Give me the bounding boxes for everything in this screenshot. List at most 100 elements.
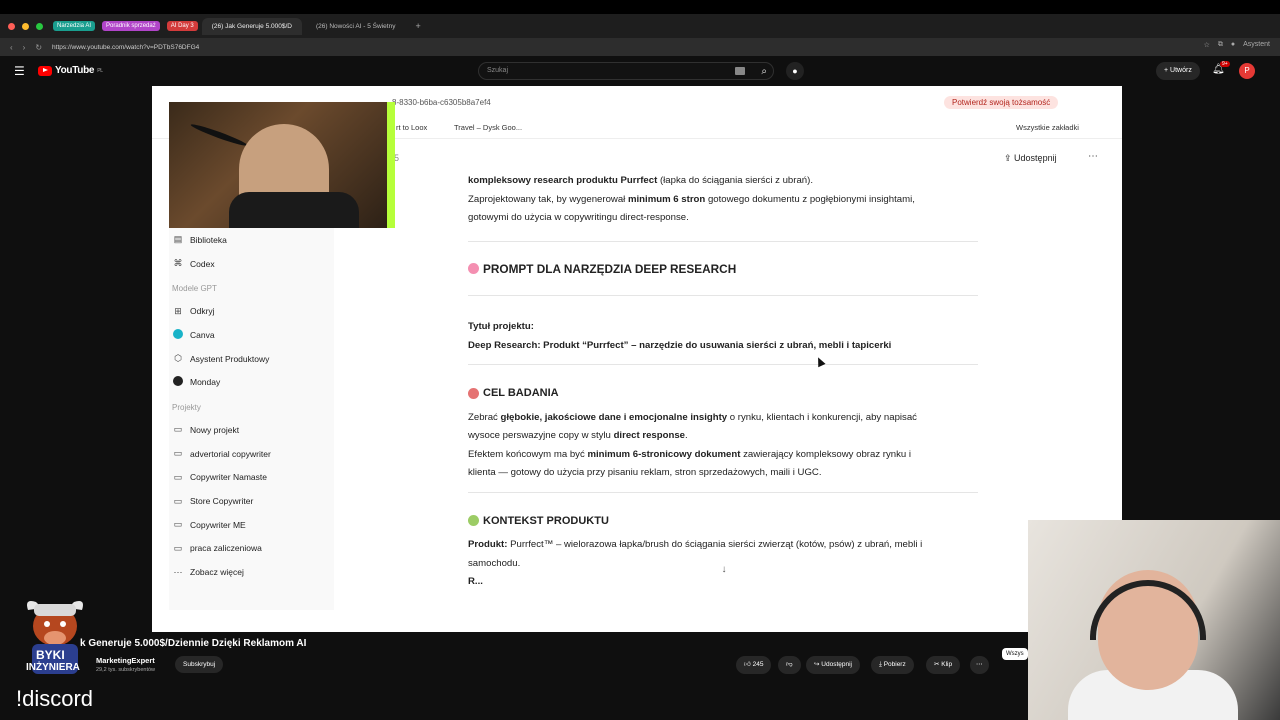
menu-icon[interactable]: ☰: [14, 64, 25, 78]
sidebar-label: praca zaliczeniowa: [190, 543, 262, 554]
heading-text: PROMPT DLA NARZĘDZIA DEEP RESEARCH: [483, 261, 737, 276]
maximize-window-button[interactable]: [36, 22, 43, 30]
heading-text: KONTEKST PRODUKTU: [483, 514, 609, 527]
sidebar-label: Codex: [190, 258, 215, 269]
tab-group-ai-day[interactable]: AI Day 3: [166, 21, 198, 31]
more-options-icon[interactable]: ⋯: [1088, 151, 1098, 162]
all-filter-chip[interactable]: Wszys: [1002, 648, 1028, 660]
sidebar-item-product-assistant[interactable]: ⬡ Asystent Produktowy: [169, 347, 334, 371]
product-line-1: Produkt: Purrfect™ – wielorazowa łapka/b…: [468, 536, 978, 555]
tab-active-video[interactable]: (26) Jak Generuje 5.000$/D: [201, 17, 302, 35]
sidebar-item-library[interactable]: ▤ Biblioteka: [169, 228, 334, 252]
sidebar-item-store[interactable]: ▭ Store Copywriter: [169, 489, 334, 513]
share-chat-button[interactable]: ⇪ Udostępnij: [1004, 153, 1057, 164]
more-icon: ⋯: [173, 566, 183, 577]
sidebar-item-canva[interactable]: Canva: [169, 323, 334, 347]
microphone-arm: [189, 121, 249, 149]
bookmark-star-icon[interactable]: ☆: [1204, 41, 1210, 49]
share-label: Udostępnij: [821, 661, 852, 668]
sidebar-item-praca[interactable]: ▭ praca zaliczeniowa: [169, 537, 334, 561]
effect-text: zawierający kompleksowy obraz rynku i: [740, 448, 912, 460]
download-label: Pobierz: [883, 661, 906, 668]
canva-icon: [173, 328, 183, 341]
create-button[interactable]: + Utwórz: [1156, 62, 1200, 80]
product-label: Produkt:: [468, 539, 508, 550]
like-button[interactable]: 👍︎ 245: [736, 656, 772, 674]
sidebar-item-explore[interactable]: ⊞ Odkryj: [169, 299, 334, 323]
sidebar-label: Monday: [190, 377, 221, 388]
effect-line-1: Efektem końcowym ma być minimum 6-stroni…: [468, 446, 978, 465]
video-player[interactable]: 8-8330-b6ba-c6305b8a7ef4 Potwierdź swoją…: [152, 86, 1122, 632]
forward-icon[interactable]: ›: [23, 43, 26, 52]
folder-icon: ▭: [173, 519, 183, 530]
sidebar-label: Copywriter ME: [190, 519, 246, 530]
extensions-icon[interactable]: ⧉: [1218, 41, 1223, 49]
mic-icon[interactable]: ●: [786, 62, 804, 80]
region-label: PL: [97, 67, 103, 74]
tab-group-narzedzia[interactable]: Narzedzia AI: [53, 21, 96, 31]
youtube-play-icon: [38, 65, 52, 76]
search-input[interactable]: Szukaj ⌕: [478, 62, 774, 80]
new-tab-icon[interactable]: +: [415, 21, 420, 31]
profile-icon[interactable]: ●: [1231, 41, 1235, 49]
sidebar-item-new-project[interactable]: ▭ Nowy projekt: [169, 418, 334, 442]
sidebar-item-advertorial[interactable]: ▭ advertorial copywriter: [169, 442, 334, 466]
search-icon[interactable]: ⌕: [761, 64, 767, 80]
sidebar-item-me[interactable]: ▭ Copywriter ME: [169, 513, 334, 537]
more-actions-icon[interactable]: ⋯: [970, 656, 989, 674]
chat-sidebar: ▤ Biblioteka ⌘ Codex Modele GPT ⊞ Odkryj Ca…: [169, 228, 334, 610]
section-projects: Projekty: [172, 403, 201, 413]
target-icon: [468, 387, 479, 399]
channel-name[interactable]: MarketingExpert: [96, 656, 155, 665]
youtube-logo-text: YouTube: [55, 65, 95, 76]
share-button[interactable]: ↪ Udostępnij: [806, 656, 860, 674]
sidebar-item-namaste[interactable]: ▭ Copywriter Namaste: [169, 466, 334, 490]
reload-icon[interactable]: ↻: [35, 43, 42, 52]
close-window-button[interactable]: [8, 22, 15, 30]
scroll-down-icon[interactable]: ↓: [718, 564, 730, 576]
tab-group-poradnik[interactable]: Poradnik sprzedaż: [102, 21, 160, 31]
bookmark-loox[interactable]: rt to Loox: [396, 123, 427, 132]
assistant-button[interactable]: Asystent: [1243, 41, 1270, 49]
heading-product-context: KONTEKST PRODUKTU: [468, 512, 978, 531]
sidebar-label: Asystent Produktowy: [190, 353, 270, 364]
sidebar-label: advertorial copywriter: [190, 448, 271, 459]
sidebar-label: Nowy projekt: [190, 424, 240, 435]
like-count: 245: [752, 661, 764, 668]
back-icon[interactable]: ‹: [10, 43, 13, 52]
goal-bold: direct response: [613, 430, 686, 441]
intro-text: Zaprojektowany tak, by wygenerował: [468, 193, 628, 205]
youtube-logo[interactable]: YouTube PL: [38, 65, 103, 76]
presenter-shirt: [229, 192, 359, 228]
keyboard-icon[interactable]: [735, 67, 745, 75]
address-bar-actions: ☆ ⧉ ● Asystent: [1204, 41, 1270, 49]
all-bookmarks[interactable]: Wszystkie zakładki: [1016, 123, 1079, 132]
sidebar-item-see-more[interactable]: ⋯ Zobacz więcej: [169, 560, 334, 584]
subscribe-button[interactable]: Subskrybuj: [175, 656, 224, 673]
browser-tabbar: Narzedzia AI Poradnik sprzedaż AI Day 3 …: [0, 14, 1280, 38]
effect-bold: minimum 6-stronicowy dokument: [587, 448, 741, 460]
address-bar: ‹ › ↻ https://www.youtube.com/watch?v=PD…: [0, 38, 1280, 56]
bookmark-travel[interactable]: Travel – Dysk Goo...: [454, 123, 522, 132]
clip-button[interactable]: ✂ Klip: [926, 656, 961, 674]
puzzle-icon: [468, 515, 479, 527]
sidebar-item-codex[interactable]: ⌘ Codex: [169, 252, 334, 276]
notification-badge: 9+: [1220, 61, 1230, 67]
avatar[interactable]: P: [1239, 63, 1255, 79]
dislike-button[interactable]: 👎︎: [778, 656, 801, 674]
goal-text: .: [685, 430, 688, 441]
intro-line-2: Zaprojektowany tak, by wygenerował minim…: [468, 191, 978, 210]
tab-nowosci[interactable]: (26) Nowości AI - 5 Świetny: [306, 18, 405, 35]
sidebar-item-monday[interactable]: Monday: [169, 370, 334, 394]
verify-identity-button[interactable]: Potwierdź swoją tożsamość: [944, 96, 1059, 109]
section-gpt-models: Modele GPT: [172, 284, 217, 294]
intro-line-3: gotowymi do użycia w copywritingu direct…: [468, 212, 689, 223]
folder-icon: ▭: [173, 542, 183, 553]
project-title-label: Tytuł projektu:: [468, 318, 978, 337]
url-input[interactable]: https://www.youtube.com/watch?v=PDTbS76D…: [52, 44, 199, 51]
intro-line-1: kompleksowy research produktu Purrfect (…: [468, 172, 978, 191]
sidebar-label: Odkryj: [190, 306, 215, 317]
minimize-window-button[interactable]: [22, 22, 29, 30]
goal-text: Zebrać: [468, 411, 501, 423]
download-button[interactable]: ⤓ Pobierz: [871, 656, 914, 674]
